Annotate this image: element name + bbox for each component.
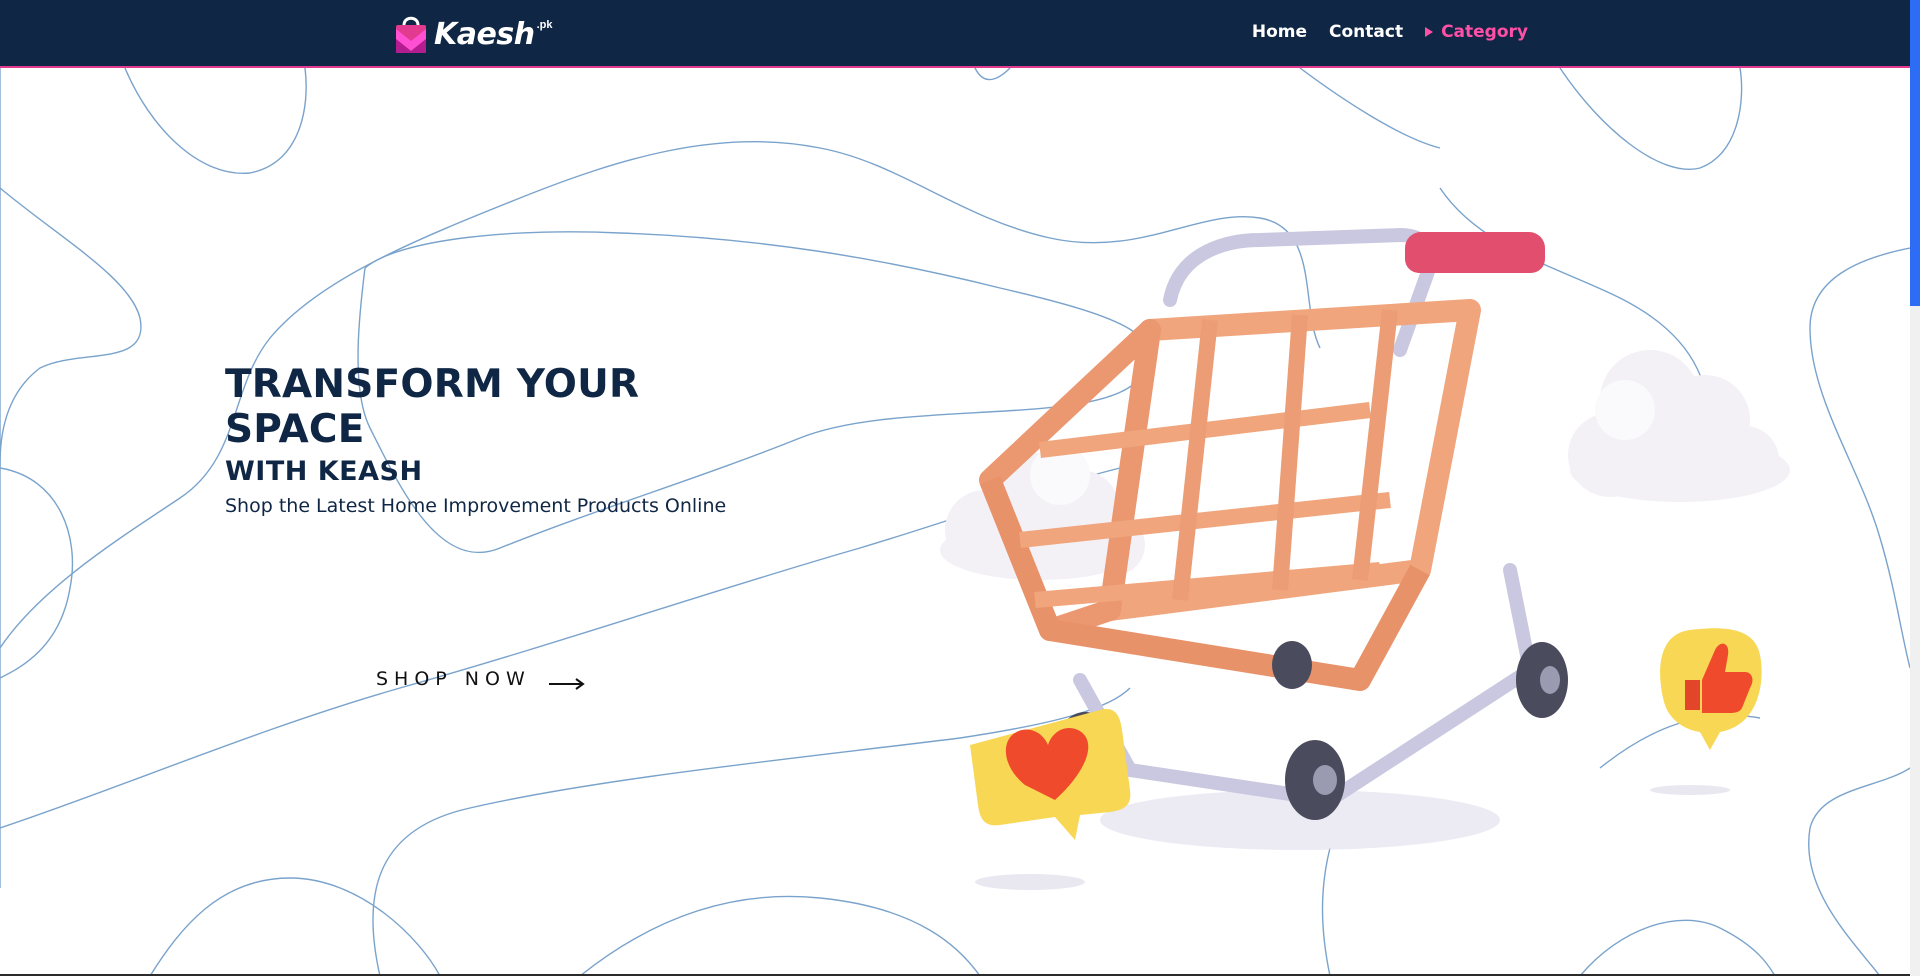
top-navbar: Kaesh .pk Home Contact Category <box>0 0 1910 68</box>
hero-tagline: Shop the Latest Home Improvement Product… <box>225 495 727 517</box>
main-nav: Home Contact Category <box>1252 22 1528 42</box>
thumbs-up-icon <box>1650 628 1762 795</box>
brand-name: Kaesh <box>434 16 535 52</box>
brand-tld: .pk <box>536 19 553 31</box>
cloud-icon <box>1568 350 1790 502</box>
nav-home-link[interactable]: Home <box>1252 22 1307 42</box>
hero-illustration <box>930 210 1810 890</box>
heart-icon <box>970 709 1131 890</box>
page-scrollbar-thumb[interactable] <box>1910 0 1920 306</box>
nav-contact-link[interactable]: Contact <box>1329 22 1403 42</box>
hero-section: TRANSFORM YOUR SPACE WITH KEASH Shop the… <box>225 362 785 517</box>
shop-now-label: SHOP NOW <box>376 668 531 690</box>
triangle-right-icon <box>1425 27 1434 37</box>
hero-subtitle: WITH KEASH <box>225 456 423 487</box>
shopping-bag-icon <box>392 13 430 55</box>
hero-title: TRANSFORM YOUR SPACE <box>225 362 640 452</box>
brand-logo[interactable]: Kaesh .pk <box>392 12 552 56</box>
shop-now-button[interactable]: SHOP NOW <box>376 668 585 690</box>
nav-category-link[interactable]: Category <box>1425 22 1528 42</box>
nav-category-label: Category <box>1441 22 1528 42</box>
arrow-right-icon <box>548 673 585 690</box>
